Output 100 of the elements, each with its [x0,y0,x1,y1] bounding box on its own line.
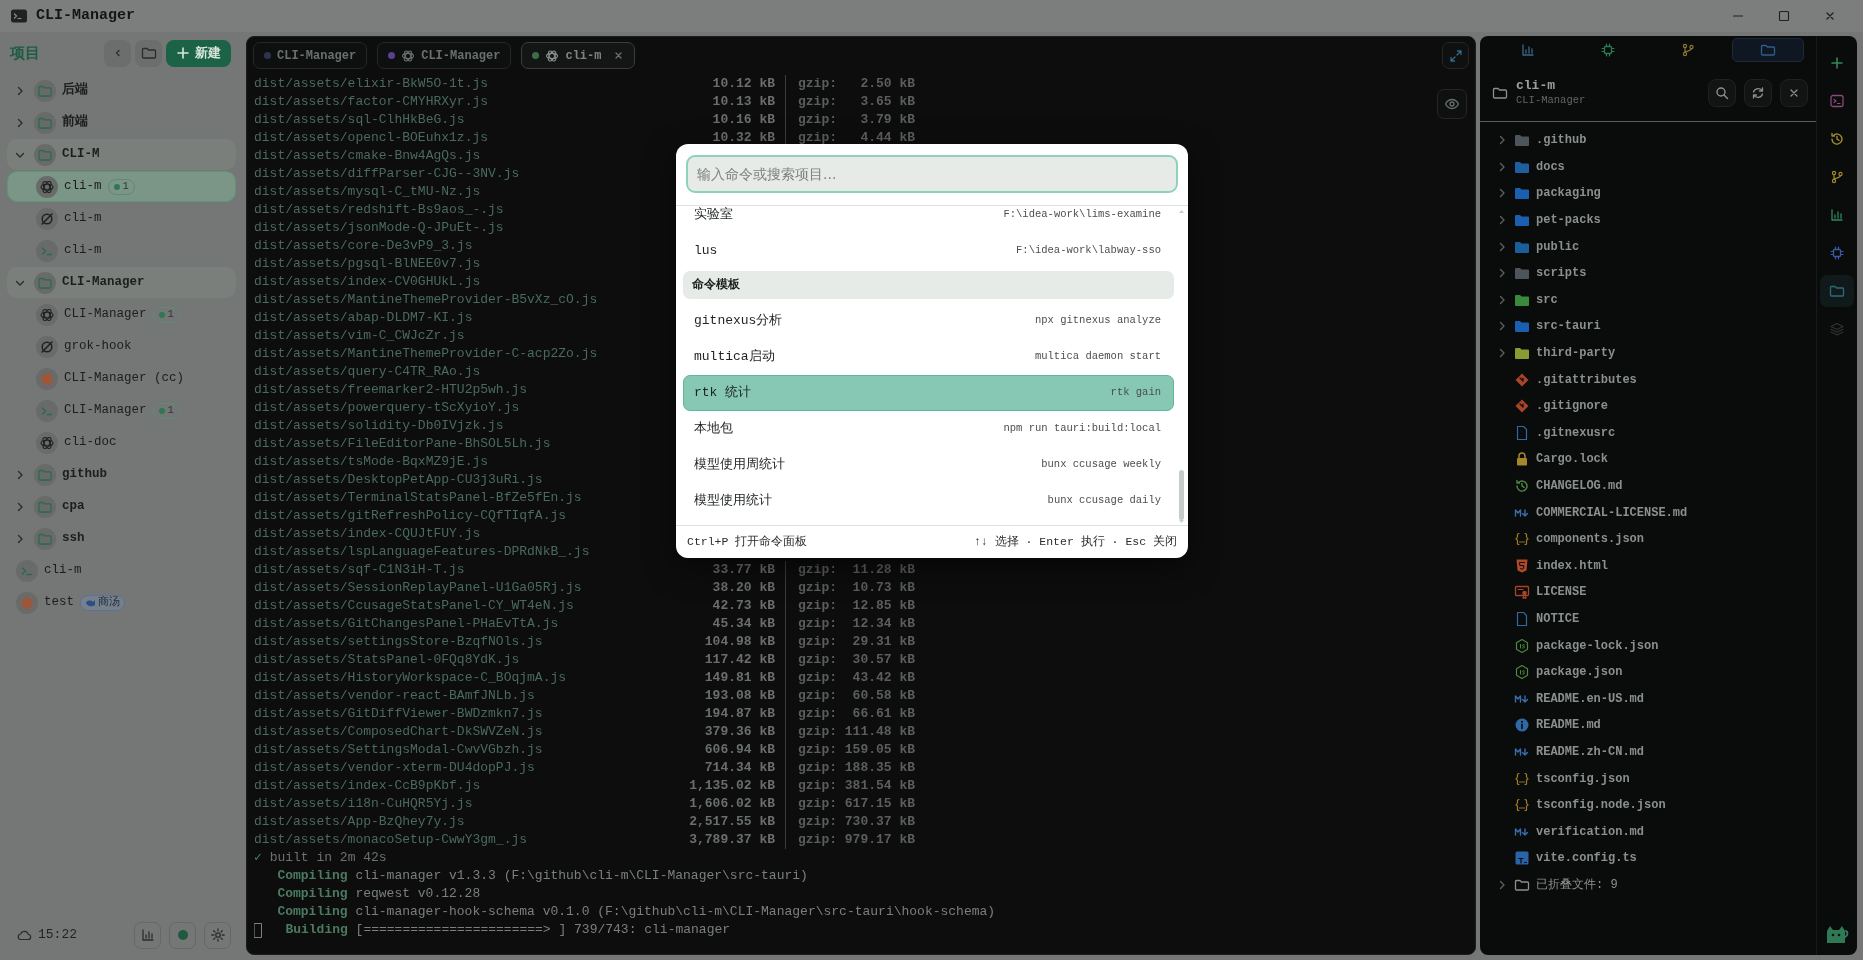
file-item[interactable]: .gitignore [1480,392,1816,420]
view-tab[interactable] [1732,38,1804,62]
gzip-size: gzip: 617.15 kB [785,795,916,813]
folder-row[interactable]: ssh [7,523,236,554]
project-name: cli-m [1516,78,1556,93]
command-detail: npm run tauri:build:local [1003,421,1161,437]
folder-icon [34,111,56,134]
gzip-size: gzip: 11.28 kB [785,561,916,579]
folder-icon [1760,43,1776,57]
terminal-tab[interactable]: CLI-Manager [377,42,512,69]
gzip-size: gzip: 111.48 kB [785,723,916,741]
session-item[interactable]: grok-hook [7,331,236,362]
file-path: dist/assets/ComposedChart-DkSWVZeN.js [254,723,544,741]
file-item[interactable]: index.html [1480,552,1816,580]
session-item[interactable]: cli-m [7,235,236,266]
expand-button[interactable] [1442,42,1469,69]
session-item[interactable]: cli-doc [7,427,236,458]
terminal-tab[interactable]: cli-m [521,42,636,69]
command-item[interactable]: lus F:\idea-work\labway-sso [683,233,1174,269]
folder-row[interactable]: github [7,459,236,490]
visibility-button[interactable] [1437,89,1467,119]
file-path: dist/assets/opencl-BOEuhx1z.js [254,129,490,147]
command-search-field[interactable]: 输入命令或搜索项目... [686,155,1178,193]
refresh-button[interactable] [1744,78,1772,107]
clock-time: 15:22 [38,926,77,945]
session-item[interactable]: cli-m [7,555,236,586]
stats-button[interactable] [134,921,161,949]
file-item[interactable]: components.json [1480,525,1816,553]
session-item[interactable]: CLI-Manager 1 [7,299,236,330]
settings-button[interactable] [204,921,231,949]
count-text: 1 [167,306,174,322]
file-item[interactable]: README.zh-CN.md [1480,738,1816,766]
file-item[interactable]: LICENSE [1480,579,1816,606]
file-size: 104.98 kB [703,633,775,651]
bar-chart-icon [140,928,155,942]
command-item[interactable]: multica启动 multica daemon start [683,339,1174,375]
close-button[interactable] [1780,78,1808,107]
file-path: dist/assets/solidity-Db0IVjzk.js [254,417,505,435]
file-item[interactable]: scripts [1480,259,1816,287]
record-button[interactable] [169,921,196,949]
session-item[interactable]: cli-m 1 [7,171,236,202]
file-item[interactable]: pet-packs [1480,206,1816,234]
command-detail: bunx ccusage daily [1047,493,1161,509]
file-path: dist/assets/diffParser-CJG--3NV.js [254,165,521,183]
file-item[interactable]: src [1480,286,1816,314]
file-item[interactable]: packaging [1480,180,1816,207]
folder-button[interactable] [135,39,162,67]
file-item[interactable]: NOTICE [1480,605,1816,633]
session-item[interactable]: CLI-Manager 1 [7,395,236,426]
bar-chart-icon [1830,208,1844,222]
typescript-icon [1514,850,1530,867]
session-item[interactable]: test 商汤 [7,587,236,618]
command-item[interactable]: gitnexus分析 npx gitnexus analyze [683,303,1174,339]
file-item[interactable]: vite.config.ts [1480,845,1816,872]
file-path: dist/assets/vendor-react-BAmfJNLb.js [254,687,536,705]
file-item[interactable]: COMMERCIAL-LICENSE.md [1480,499,1816,526]
file-item[interactable]: public [1480,233,1816,260]
folder-row[interactable]: CLI-Manager [7,267,236,298]
file-item[interactable]: CHANGELOG.md [1480,472,1816,500]
command-detail: F:\idea-work\lims-examine [1003,207,1161,223]
file-path: dist/assets/SessionReplayPanel-U1Ga05Rj.js [254,579,583,597]
file-item[interactable]: package-lock.json [1480,632,1816,659]
file-item[interactable]: src-tauri [1480,313,1816,340]
command-item[interactable]: 实验室 F:\idea-work\lims-examine [683,206,1174,233]
sidebar-tool-button[interactable] [1820,275,1854,307]
folder-row[interactable]: 前端 [7,107,236,138]
folder-row[interactable]: cpa [7,491,236,522]
file-item[interactable]: third-party [1480,339,1816,367]
session-item[interactable]: CLI-Manager (cc) [7,363,236,394]
folder-row[interactable]: CLI-M [7,139,236,170]
file-item[interactable]: README.en-US.md [1480,685,1816,713]
file-item[interactable]: README.md [1480,712,1816,739]
command-item[interactable]: 模型使用周统计 bunx ccusage weekly [683,447,1174,483]
file-item[interactable]: tsconfig.json [1480,765,1816,792]
folder-row[interactable]: 后端 [7,75,236,106]
file-path: dist/assets/lspLanguageFeatures-DPRdNkB_.js [254,543,591,561]
command-item[interactable]: 本地包 npm run tauri:build:local [683,411,1174,447]
terminal-tab[interactable]: CLI-Manager [253,42,368,69]
app-icon [10,8,28,24]
command-name: rtk 统计 [694,384,752,403]
file-item[interactable]: package.json [1480,658,1816,686]
file-item[interactable]: docs [1480,153,1816,181]
file-size: 10.32 kB [711,129,775,147]
search-button[interactable] [1708,78,1736,107]
file-item[interactable]: .gitnexusrc [1480,419,1816,447]
status-dot-icon [388,52,396,59]
new-button[interactable]: 新建 [166,39,231,67]
command-item[interactable]: rtk 统计 rtk gain [683,375,1174,411]
file-size: 10.16 kB [711,111,775,129]
command-item[interactable]: 模型使用统计 bunx ccusage daily [683,483,1174,519]
gzip-size: gzip: 60.58 kB [785,687,916,705]
file-item[interactable]: tsconfig.node.json [1480,791,1816,819]
folder-icon [1492,85,1508,100]
file-item[interactable]: .github [1480,127,1816,154]
file-item[interactable]: Cargo.lock [1480,446,1816,473]
file-item[interactable]: .gitattributes [1480,366,1816,393]
file-item[interactable]: verification.md [1480,818,1816,846]
session-item[interactable]: cli-m [7,203,236,234]
collapsed-files-row[interactable]: 已折叠文件: 9 [1480,871,1816,899]
project-path: CLI-Manager [1516,93,1586,107]
